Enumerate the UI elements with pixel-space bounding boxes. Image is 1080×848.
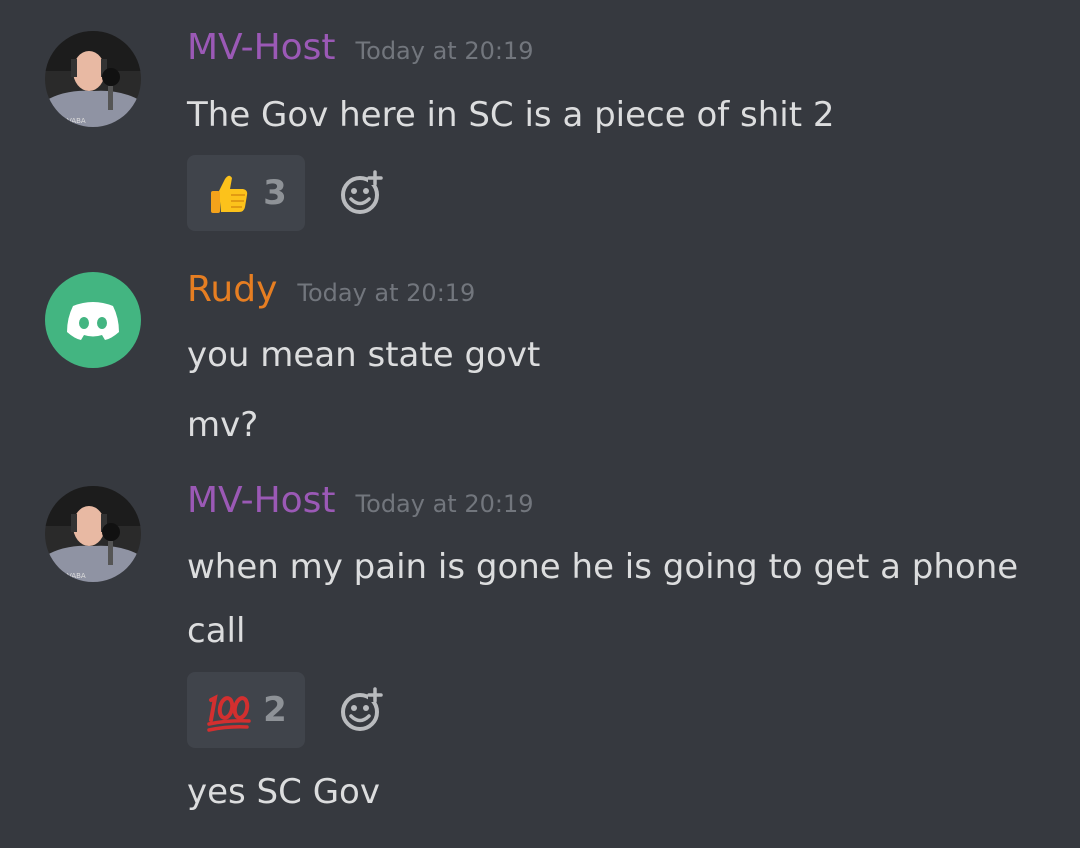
username[interactable]: MV-Host bbox=[187, 479, 336, 523]
message-text: you mean state govt bbox=[187, 335, 541, 375]
reaction-count: 2 bbox=[263, 690, 287, 730]
svg-text:VABA: VABA bbox=[67, 117, 86, 125]
reaction-button[interactable]: 2 bbox=[187, 672, 305, 748]
message-header: Rudy Today at 20:19 bbox=[187, 268, 475, 312]
avatar[interactable]: VABA bbox=[45, 486, 141, 582]
timestamp: Today at 20:19 bbox=[355, 490, 534, 518]
hundred-points-emoji bbox=[207, 694, 251, 732]
add-reaction-icon[interactable] bbox=[338, 686, 386, 734]
reaction-button[interactable]: 3 bbox=[187, 155, 305, 231]
message-header: MV-Host Today at 20:19 bbox=[187, 479, 534, 523]
message-header: MV-Host Today at 20:19 bbox=[187, 26, 534, 70]
message-text: mv? bbox=[187, 405, 259, 445]
add-reaction-icon[interactable] bbox=[338, 169, 386, 217]
timestamp: Today at 20:19 bbox=[297, 279, 476, 307]
avatar[interactable]: VABA bbox=[45, 31, 141, 127]
username[interactable]: Rudy bbox=[187, 268, 277, 312]
chat-messages: VABA MV-Host Today at 20:19 The Gov here… bbox=[0, 0, 1080, 848]
reaction-count: 3 bbox=[263, 173, 287, 213]
message-text: The Gov here in SC is a piece of shit 2 bbox=[187, 95, 835, 135]
username[interactable]: MV-Host bbox=[187, 26, 336, 70]
message-text: when my pain is gone he is going to get … bbox=[187, 547, 1019, 587]
thumbs-up-emoji bbox=[211, 175, 248, 213]
message-text: call bbox=[187, 611, 246, 651]
discord-logo-icon bbox=[67, 302, 119, 340]
message-text: yes SC Gov bbox=[187, 772, 380, 812]
timestamp: Today at 20:19 bbox=[355, 37, 534, 65]
svg-text:VABA: VABA bbox=[67, 572, 86, 580]
avatar[interactable] bbox=[45, 272, 141, 368]
